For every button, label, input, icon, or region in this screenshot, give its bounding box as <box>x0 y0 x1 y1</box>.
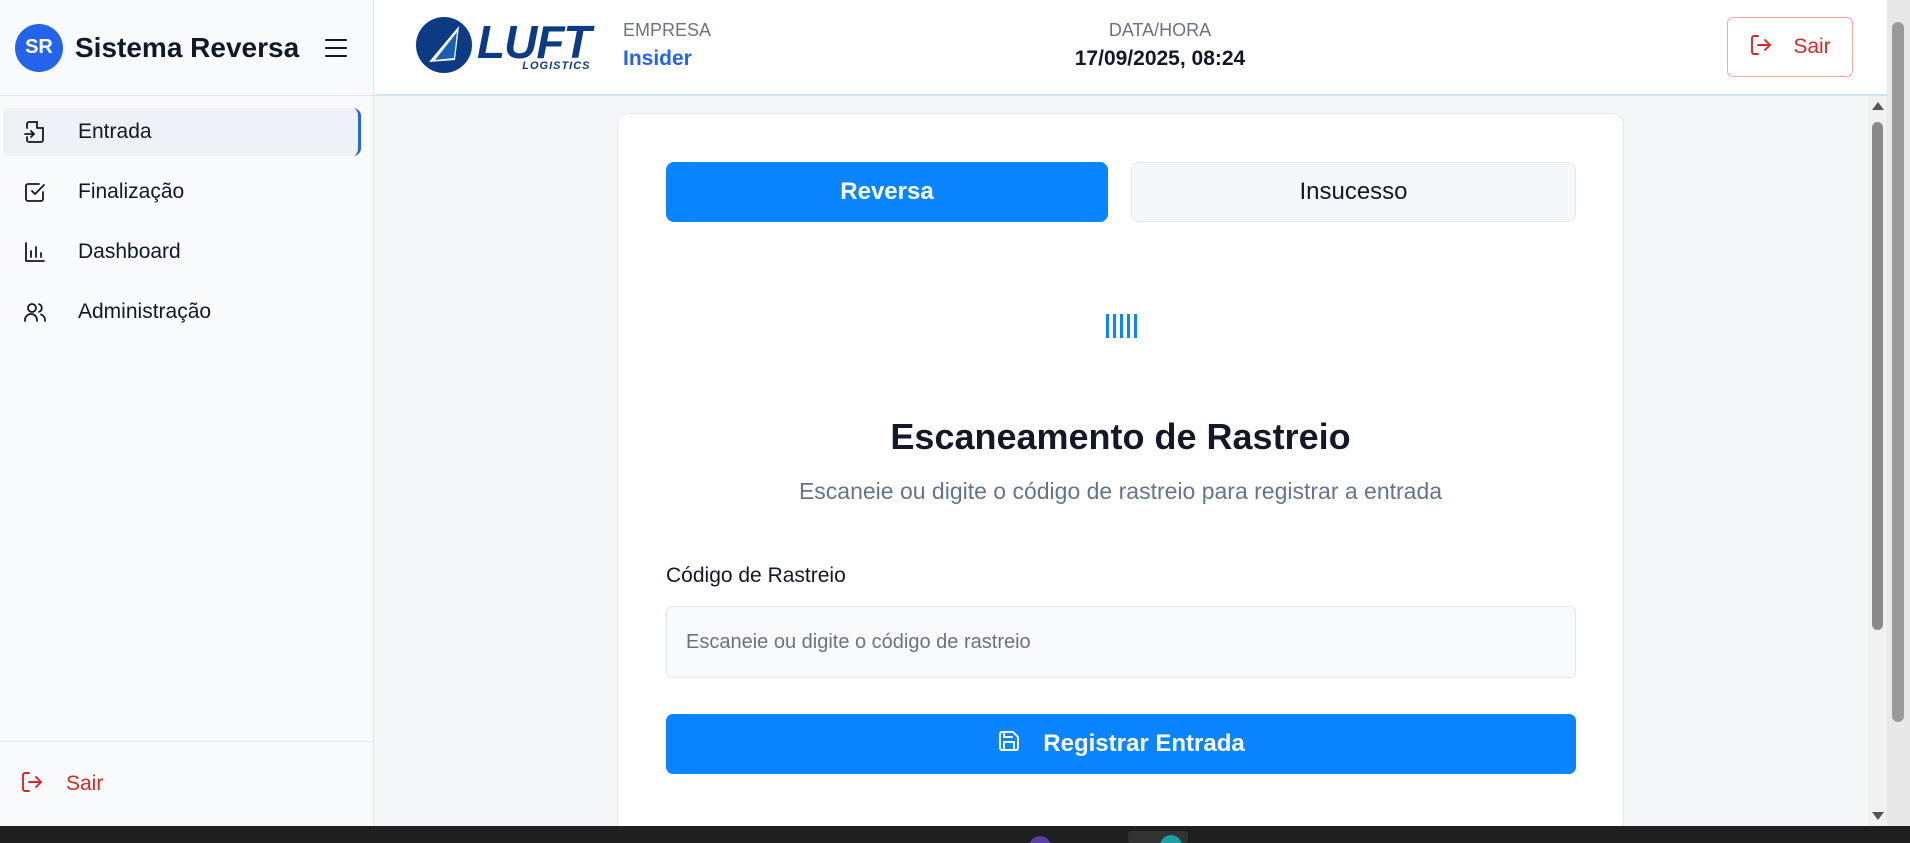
tab-reversa[interactable]: Reversa <box>666 162 1108 222</box>
sidebar-nav: Entrada Finalização Dashboard Administra… <box>0 96 373 336</box>
register-entry-button[interactable]: Registrar Entrada <box>666 714 1576 774</box>
tracking-code-input[interactable] <box>666 606 1576 678</box>
sidebar-item-label: Entrada <box>78 120 152 143</box>
sidebar-item-administracao[interactable]: Administração <box>3 288 361 336</box>
sidebar-logout-button[interactable]: Sair <box>0 741 373 826</box>
check-square-icon <box>22 179 48 205</box>
barcode-icon <box>1106 314 1137 338</box>
luft-logo: LUFT LOGISTICS <box>415 15 592 74</box>
save-icon <box>997 729 1021 760</box>
sidebar-item-entrada[interactable]: Entrada <box>3 108 361 156</box>
bar-chart-icon <box>22 239 48 265</box>
sidebar-item-label: Dashboard <box>78 240 181 263</box>
luft-logo-mark-icon <box>416 17 472 73</box>
sidebar-header: SR Sistema Reversa <box>0 0 373 96</box>
content-scrollbar[interactable] <box>1868 96 1887 826</box>
tracking-code-label: Código de Rastreio <box>666 564 846 587</box>
logout-icon <box>1749 33 1773 62</box>
sidebar: SR Sistema Reversa Entrada Finalização D… <box>0 0 374 826</box>
sidebar-logout-label: Sair <box>66 772 104 795</box>
sidebar-item-finalizacao[interactable]: Finalização <box>3 168 361 216</box>
company-value: Insider <box>623 47 692 70</box>
header-logout-label: Sair <box>1793 35 1831 58</box>
tab-insucesso[interactable]: Insucesso <box>1131 162 1576 222</box>
company-info: EMPRESA Insider <box>623 20 711 71</box>
scroll-up-arrow-icon[interactable] <box>1872 102 1884 110</box>
page-subtitle: Escaneie ou digite o código de rastreio … <box>798 478 1443 504</box>
window-scrollbar[interactable] <box>1887 0 1910 826</box>
window-scroll-thumb[interactable] <box>1892 22 1904 722</box>
avatar[interactable]: SR <box>15 23 63 72</box>
header-logout-button[interactable]: Sair <box>1727 17 1853 77</box>
logo-word: LUFT <box>477 15 592 68</box>
sidebar-item-label: Finalização <box>78 180 185 203</box>
os-taskbar <box>0 826 1910 843</box>
top-header: LUFT LOGISTICS EMPRESA Insider DATA/HORA… <box>375 0 1887 96</box>
register-entry-label: Registrar Entrada <box>1043 730 1245 757</box>
scroll-thumb[interactable] <box>1872 122 1883 630</box>
datetime-value: 17/09/2025, 08:24 <box>1074 47 1246 70</box>
datetime-label: DATA/HORA <box>1108 20 1212 40</box>
scroll-down-arrow-icon[interactable] <box>1872 812 1884 820</box>
page-title: Escaneamento de Rastreio <box>890 416 1351 457</box>
menu-toggle-icon[interactable] <box>325 38 348 57</box>
datetime-info: DATA/HORA 17/09/2025, 08:24 <box>1035 20 1285 71</box>
mode-tabs: Reversa Insucesso <box>666 162 1576 222</box>
sidebar-item-label: Administração <box>78 300 212 323</box>
company-label: EMPRESA <box>623 20 712 40</box>
logout-icon <box>20 770 44 799</box>
file-import-icon <box>22 119 48 145</box>
sidebar-item-dashboard[interactable]: Dashboard <box>3 228 361 276</box>
logo-subtitle: LOGISTICS <box>522 59 591 72</box>
app-title: Sistema Reversa <box>75 31 300 63</box>
scan-card: Reversa Insucesso Escaneamento de Rastre… <box>617 113 1624 843</box>
taskbar-app-icon[interactable] <box>1029 836 1051 843</box>
users-icon <box>22 299 48 325</box>
